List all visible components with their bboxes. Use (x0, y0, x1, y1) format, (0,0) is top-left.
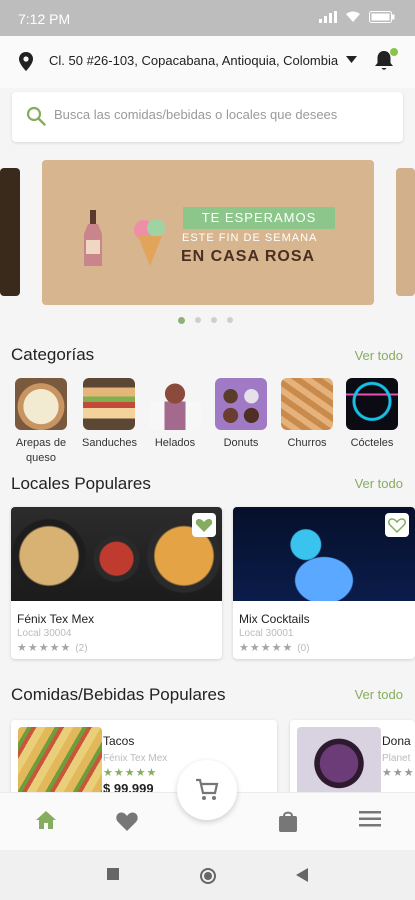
locales-title: Locales Populares (11, 474, 151, 493)
category-label: Arepas de queso (15, 437, 67, 464)
wifi-icon (346, 11, 360, 22)
category-item-arepas[interactable]: Arepas de queso (14, 378, 68, 466)
food-photo (18, 727, 102, 797)
food-name: Dona (382, 734, 411, 748)
heart-icon[interactable] (115, 810, 139, 832)
recents-icon[interactable] (106, 867, 120, 881)
categories-title: Categorías (11, 345, 95, 364)
menu-icon[interactable] (359, 810, 381, 828)
status-time: 7:12 PM (18, 11, 71, 27)
wine-bottle-image (84, 210, 102, 266)
star-icons: ★★★★★ (17, 642, 72, 654)
category-label: Helados (154, 437, 196, 449)
banner-title: EN CASA ROSA (181, 248, 316, 265)
banner-prev-slide[interactable] (0, 168, 20, 296)
churro-image (281, 378, 333, 430)
carousel-dot[interactable] (178, 317, 185, 324)
foods-title: Comidas/Bebidas Populares (11, 685, 226, 704)
category-label: Sanduches (82, 437, 138, 449)
favorite-button[interactable] (385, 513, 409, 537)
favorite-button[interactable] (192, 513, 216, 537)
review-count: (2) (75, 643, 88, 654)
locale-photo (11, 507, 222, 601)
rating-stars: ★★★★★ (0) (239, 641, 310, 654)
location-address[interactable]: Cl. 50 #26-103, Copacabana, Antioquia, C… (49, 53, 338, 68)
signal-icon (319, 11, 337, 23)
locale-card-mix-cocktails[interactable]: Mix Cocktails Local 30001 ★★★★★ (0) (233, 507, 415, 659)
locale-code: Local 30001 (239, 628, 294, 639)
chevron-down-icon[interactable] (346, 56, 357, 63)
search-bar[interactable] (12, 92, 403, 142)
category-item-helados[interactable]: Helados (148, 378, 202, 451)
review-count: (0) (297, 643, 310, 654)
rating-stars: ★★★ (382, 767, 415, 779)
search-input[interactable] (54, 107, 384, 122)
ice-cream-image (134, 219, 165, 266)
promo-banner[interactable]: TE ESPERAMOS ESTE FIN DE SEMANA EN CASA … (42, 160, 374, 305)
status-bar: 7:12 PM (0, 0, 415, 36)
battery-icon (369, 11, 395, 23)
shopping-bag-icon[interactable] (278, 810, 298, 833)
rating-stars: ★★★★★ (2) (17, 641, 88, 654)
carousel-dot[interactable] (211, 317, 217, 323)
cocktail-image (346, 378, 398, 430)
category-item-donuts[interactable]: Donuts (214, 378, 268, 451)
cart-button[interactable] (177, 760, 237, 820)
carousel-dot[interactable] (227, 317, 233, 323)
category-item-cocteles[interactable]: Cócteles (345, 378, 399, 451)
categories-see-all-link[interactable]: Ver todo (355, 348, 403, 363)
locales-see-all-link[interactable]: Ver todo (355, 476, 403, 491)
category-label: Donuts (223, 437, 259, 449)
ice-cream-image (149, 378, 201, 430)
locale-card-fenix[interactable]: Fénix Tex Mex Local 30004 ★★★★★ (2) (11, 507, 222, 659)
locale-name: Mix Cocktails (239, 612, 310, 626)
food-photo (297, 727, 381, 797)
arepa-image (15, 378, 67, 430)
food-vendor: Fénix Tex Mex (103, 753, 168, 764)
home-icon[interactable] (35, 810, 57, 830)
status-icons (319, 11, 395, 23)
category-item-sanduches[interactable]: Sanduches (82, 378, 138, 451)
system-navigation-bar (0, 850, 415, 900)
donut-image (215, 378, 267, 430)
banner-next-slide[interactable] (396, 168, 415, 296)
category-label: Churros (287, 437, 327, 449)
locale-name: Fénix Tex Mex (17, 612, 95, 626)
back-icon[interactable] (295, 867, 309, 883)
location-pin-icon (19, 52, 33, 71)
category-item-churros[interactable]: Churros (280, 378, 334, 451)
food-name: Tacos (103, 734, 135, 748)
star-icons: ★★★★★ (239, 642, 294, 654)
food-vendor: Planet (382, 753, 411, 764)
carousel-indicator (178, 317, 233, 324)
locale-code: Local 30004 (17, 628, 72, 639)
sandwich-image (83, 378, 135, 430)
shopping-cart-icon (196, 778, 219, 800)
notification-dot (390, 48, 398, 56)
categories-list: Arepas de queso Sanduches Helados Donuts… (14, 378, 415, 468)
home-circle-icon[interactable] (199, 867, 217, 885)
banner-tag: TE ESPERAMOS (183, 207, 335, 229)
heart-icon (195, 518, 213, 532)
carousel-dot[interactable] (195, 317, 201, 323)
banner-subtitle: ESTE FIN DE SEMANA (182, 232, 318, 244)
rating-stars: ★★★★★ (103, 767, 158, 779)
location-bar[interactable]: Cl. 50 #26-103, Copacabana, Antioquia, C… (0, 36, 415, 88)
foods-see-all-link[interactable]: Ver todo (355, 687, 403, 702)
category-label: Cócteles (350, 437, 394, 449)
search-icon (26, 106, 46, 126)
heart-outline-icon (388, 518, 406, 534)
